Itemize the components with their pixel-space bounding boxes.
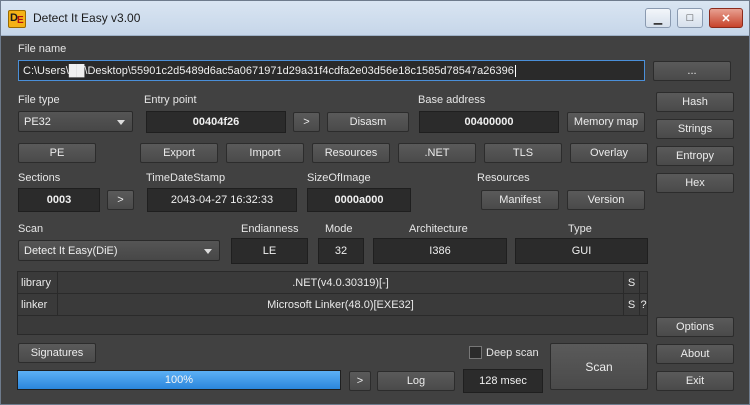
sections-go-button[interactable]: > (107, 190, 134, 210)
options-button[interactable]: Options (656, 317, 734, 337)
scan-progress-bar: 100% (17, 370, 341, 390)
table-row[interactable]: library .NET(v4.0.30319)[-] S (18, 272, 647, 294)
close-button[interactable]: ✕ (709, 8, 743, 28)
chevron-right-icon: > (356, 375, 364, 387)
hex-button[interactable]: Hex (656, 173, 734, 193)
title-bar[interactable]: DE Detect It Easy v3.00 ▁ □ ✕ (1, 1, 749, 36)
file-path-input[interactable]: C:\Users\██\Desktop\55901c2d5489d6ac5a06… (18, 60, 645, 81)
endianness-label: Endianness (241, 223, 299, 235)
import-button[interactable]: Import (226, 143, 304, 163)
architecture-value: I386 (373, 238, 507, 264)
minimize-button[interactable]: ▁ (645, 8, 671, 28)
entry-point-value: 00404f26 (146, 111, 286, 133)
chevron-right-icon: > (117, 194, 124, 206)
strings-button[interactable]: Strings (656, 119, 734, 139)
entropy-button[interactable]: Entropy (656, 146, 734, 166)
chevron-down-icon (117, 119, 125, 125)
hash-button[interactable]: Hash (656, 92, 734, 112)
window-title: Detect It Easy v3.00 (33, 11, 141, 25)
scan-results-table: library .NET(v4.0.30319)[-] S linker Mic… (17, 271, 648, 335)
architecture-label: Architecture (409, 223, 468, 235)
type-label: Type (568, 223, 592, 235)
close-icon: ✕ (721, 12, 731, 25)
overlay-button[interactable]: Overlay (570, 143, 648, 163)
maximize-button[interactable]: □ (677, 8, 703, 28)
tls-button[interactable]: TLS (484, 143, 562, 163)
sections-value: 0003 (18, 188, 100, 212)
file-path-text: C:\Users\██\Desktop\55901c2d5489d6ac5a06… (23, 64, 514, 77)
pe-button[interactable]: PE (18, 143, 96, 163)
table-row-empty (18, 316, 647, 334)
result-flag[interactable]: S (624, 294, 640, 316)
progress-text: 100% (164, 374, 194, 386)
main-window: DE Detect It Easy v3.00 ▁ □ ✕ File name … (0, 0, 750, 405)
entry-point-label: Entry point (144, 94, 197, 106)
timestamp-value: 2043-04-27 16:32:33 (147, 188, 297, 212)
mode-label: Mode (325, 223, 353, 235)
size-of-image-value: 0000a000 (307, 188, 411, 212)
exit-button[interactable]: Exit (656, 371, 734, 391)
chevron-right-icon: > (303, 116, 310, 128)
scan-label: Scan (18, 223, 44, 235)
base-address-label: Base address (418, 94, 486, 106)
base-address-value: 00400000 (419, 111, 559, 133)
endianness-value: LE (231, 238, 308, 264)
elapsed-time: 128 msec (463, 369, 543, 393)
scan-button[interactable]: Scan (550, 343, 648, 390)
expand-button[interactable]: > (349, 371, 371, 391)
resources-label: Resources (477, 172, 530, 184)
mode-value: 32 (318, 238, 364, 264)
deep-scan-checkbox[interactable] (469, 346, 482, 359)
file-type-select[interactable]: PE32 (18, 111, 133, 132)
result-extra (640, 272, 647, 294)
resources-button[interactable]: Resources (312, 143, 390, 163)
timestamp-label: TimeDateStamp (146, 172, 226, 184)
scan-engine-select[interactable]: Detect It Easy(DiE) (18, 240, 220, 261)
minimize-icon: ▁ (653, 12, 663, 25)
version-button[interactable]: Version (567, 190, 645, 210)
result-flag[interactable]: S (624, 272, 640, 294)
disasm-button[interactable]: Disasm (327, 112, 409, 132)
manifest-button[interactable]: Manifest (481, 190, 559, 210)
file-type-label: File type (18, 94, 60, 106)
result-extra-button[interactable]: ? (640, 294, 647, 316)
export-button[interactable]: Export (140, 143, 218, 163)
memory-map-button[interactable]: Memory map (567, 112, 645, 132)
result-kind: linker (18, 294, 58, 316)
browse-button[interactable]: ... (653, 61, 731, 81)
result-name: .NET(v4.0.30319)[-] (58, 272, 624, 294)
about-button[interactable]: About (656, 344, 734, 364)
log-button[interactable]: Log (377, 371, 455, 391)
type-value: GUI (515, 238, 648, 264)
sections-label: Sections (18, 172, 61, 184)
entry-point-go-button[interactable]: > (293, 112, 320, 132)
deep-scan-label: Deep scan (486, 347, 539, 359)
size-of-image-label: SizeOfImage (307, 172, 371, 184)
text-caret (514, 64, 516, 77)
scan-engine-value: Detect It Easy(DiE) (24, 244, 118, 257)
die-app-icon: DE (8, 10, 26, 28)
file-type-value: PE32 (24, 115, 51, 128)
table-row[interactable]: linker Microsoft Linker(48.0)[EXE32] S ? (18, 294, 647, 316)
result-kind: library (18, 272, 58, 294)
result-name: Microsoft Linker(48.0)[EXE32] (58, 294, 624, 316)
maximize-icon: □ (686, 12, 694, 24)
chevron-down-icon (204, 248, 212, 254)
file-name-label: File name (18, 43, 67, 55)
signatures-button[interactable]: Signatures (18, 343, 96, 363)
dotnet-button[interactable]: .NET (398, 143, 476, 163)
